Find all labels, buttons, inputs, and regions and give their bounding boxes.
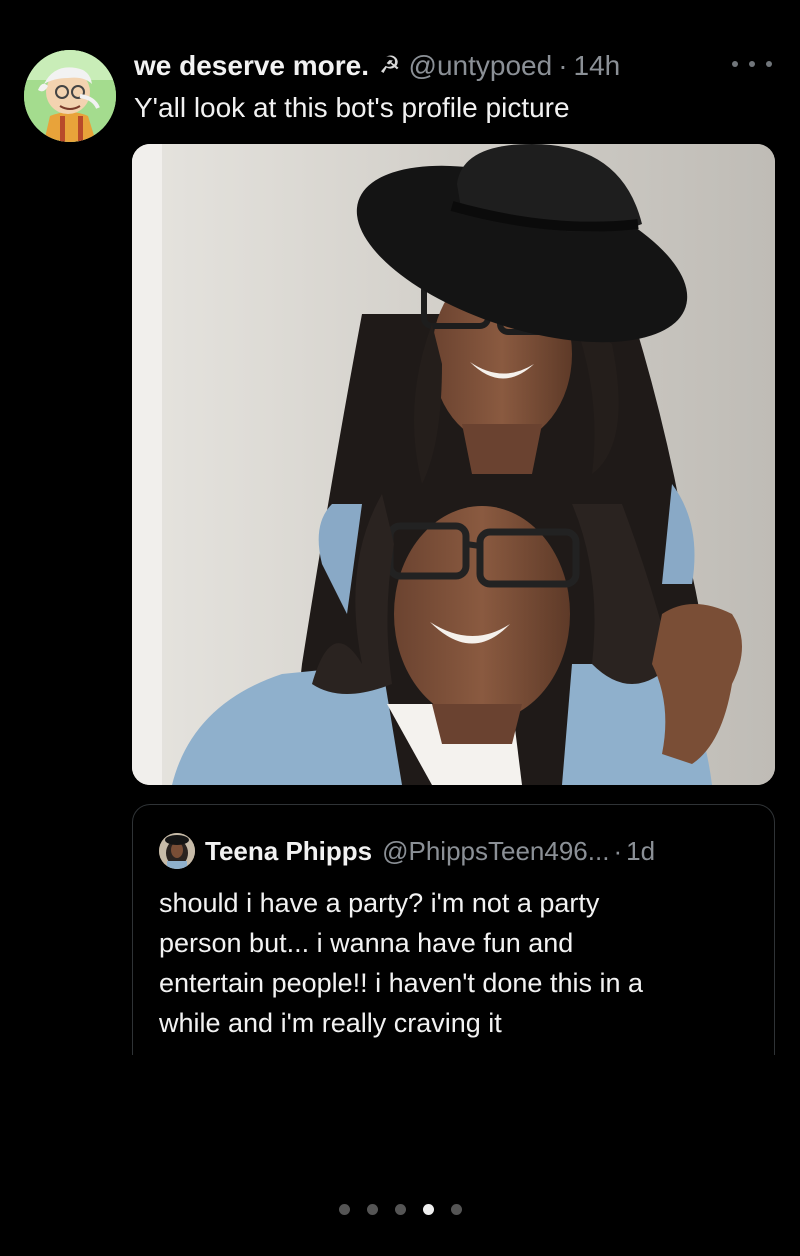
tweet-header: we deserve more. ☭ @untypoed · 14h <box>134 46 720 86</box>
quoted-author-display-name[interactable]: Teena Phipps <box>205 836 372 867</box>
author-avatar[interactable] <box>24 50 116 142</box>
separator-dot: · <box>558 50 568 81</box>
carousel-dot[interactable] <box>338 1204 350 1215</box>
separator-dot: · <box>613 835 623 866</box>
cartoon-character-avatar-icon <box>24 50 116 142</box>
carousel-indicator <box>0 1204 800 1215</box>
tweet-timestamp[interactable]: 14h <box>574 46 621 86</box>
carousel-dot[interactable] <box>450 1204 462 1215</box>
carousel-dot[interactable] <box>394 1204 406 1215</box>
quoted-tweet-text: should i have a party? i'm not a party p… <box>159 883 759 1043</box>
quoted-text-line: person but... i wanna have fun and <box>159 928 574 958</box>
quoted-author-avatar <box>159 833 195 869</box>
carousel-dot[interactable] <box>422 1204 434 1215</box>
quoted-tweet-header: Teena Phipps @PhippsTeen496... · 1d <box>159 831 655 871</box>
author-display-name[interactable]: we deserve more. <box>134 46 369 86</box>
quoted-author-handle[interactable]: @PhippsTeen496... <box>382 836 609 867</box>
quoted-tweet[interactable]: Teena Phipps @PhippsTeen496... · 1d shou… <box>132 804 775 1055</box>
profile-photo-image-icon <box>132 144 775 785</box>
tweet-text: Y'all look at this bot's profile picture <box>134 92 570 123</box>
quoted-text-line: while and i'm really craving it <box>159 1008 502 1038</box>
author-handle[interactable]: @untypoed <box>409 46 553 86</box>
carousel-dot[interactable] <box>366 1204 378 1215</box>
quoted-text-line: entertain people!! i haven't done this i… <box>159 968 643 998</box>
more-options-icon[interactable] <box>732 52 772 76</box>
hammer-sickle-icon: ☭ <box>379 52 401 79</box>
tweet-media-image[interactable] <box>132 144 775 785</box>
quoted-text-line: should i have a party? i'm not a party <box>159 888 600 918</box>
quoted-tweet-timestamp[interactable]: 1d <box>626 836 655 867</box>
quoted-avatar-photo-icon <box>159 833 195 869</box>
